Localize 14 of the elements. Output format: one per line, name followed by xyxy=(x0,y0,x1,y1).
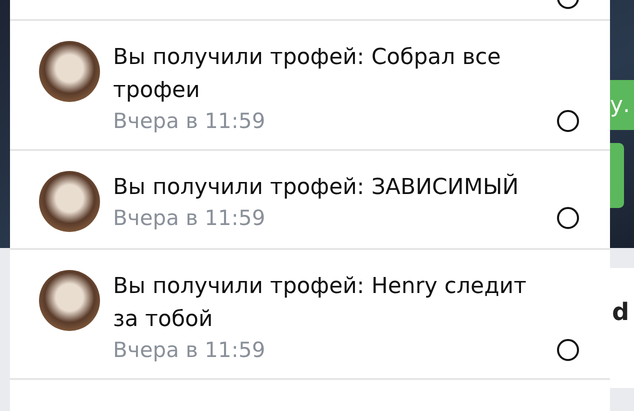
notification-title: Вы получили трофей: ЗАВИСИМЫЙ xyxy=(113,172,520,202)
banner-text: у. xyxy=(610,92,630,118)
notification-title: Вы получили трофей: Henry следит за тобой xyxy=(113,273,528,334)
notification-item[interactable]: Вы получили трофей: Henry следит за тобой Вчера в 11:59 xyxy=(10,250,610,380)
notification-time: Вчера в 11:59 xyxy=(113,338,266,362)
notification-time: Вчера в 11:59 xyxy=(113,206,266,230)
unread-marker-icon[interactable] xyxy=(557,207,579,229)
notification-item[interactable]: Вы получили трофей: Собрал все трофеи Вчера в 11:59 xyxy=(10,21,610,151)
notification-item[interactable]: Вы получили трофей: ЗАВИСИМЫЙ Вчера в 11:59 xyxy=(10,151,610,250)
unread-marker-icon[interactable] xyxy=(557,110,579,132)
unread-marker-icon[interactable] xyxy=(557,339,579,361)
notification-time: Вчера в 11:59 xyxy=(113,109,266,133)
notification-title: Вы получили трофей: Собрал все трофеи xyxy=(113,44,502,105)
card-heading: d xyxy=(612,298,630,326)
